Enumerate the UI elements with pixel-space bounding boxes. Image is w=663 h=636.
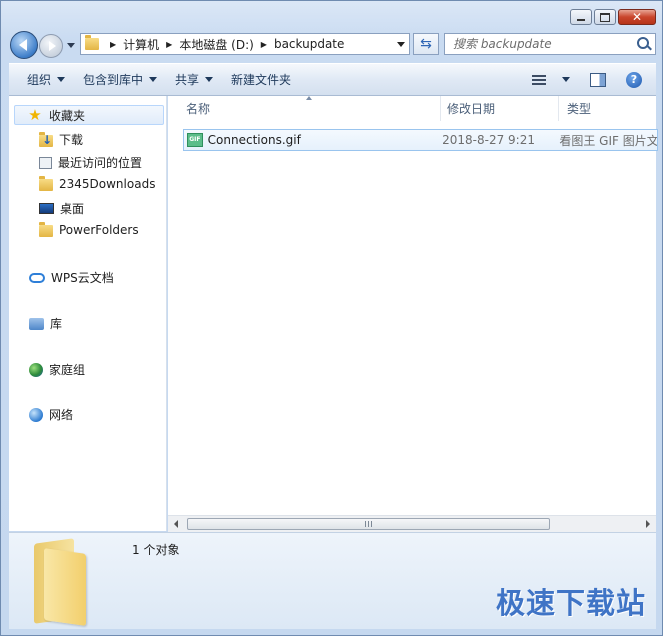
toolbar-right-group: ? — [532, 71, 656, 88]
breadcrumb-folder[interactable]: backupdate — [274, 37, 344, 51]
column-header-label: 修改日期 — [447, 102, 496, 116]
column-header-label: 名称 — [186, 102, 211, 116]
breadcrumb-computer[interactable]: 计算机 — [123, 36, 159, 53]
sidebar-item-label: 家庭组 — [49, 363, 86, 377]
sidebar-item-powerfolders[interactable]: PowerFolders — [39, 222, 139, 237]
caption-buttons: ✕ — [570, 9, 656, 25]
maximize-button[interactable] — [594, 9, 616, 25]
navigation-pane: ★ 收藏夹 下载 最近访问的位置 2345Downloads 桌面 PowerF… — [9, 96, 167, 531]
download-folder-icon — [39, 131, 53, 147]
column-header-date[interactable]: 修改日期 — [437, 96, 559, 121]
sidebar-item-desktop[interactable]: 桌面 — [39, 200, 84, 217]
folder-icon — [39, 222, 53, 237]
sidebar-item-downloads[interactable]: 下载 — [39, 131, 83, 148]
chevron-down-icon — [205, 77, 214, 82]
minimize-button[interactable] — [570, 9, 592, 25]
column-header-label: 类型 — [567, 102, 592, 116]
recent-pages-dropdown[interactable] — [67, 43, 75, 48]
organize-label: 组织 — [27, 73, 52, 87]
network-icon — [29, 407, 43, 422]
scrollbar-thumb[interactable] — [187, 518, 550, 530]
breadcrumb-chevron-icon[interactable]: ▶ — [166, 40, 172, 49]
watermark: 极速下载站 — [495, 586, 646, 620]
maximize-icon — [600, 12, 610, 22]
item-count: 1 个对象 — [132, 543, 180, 557]
sidebar-item-network[interactable]: 网络 — [29, 406, 73, 423]
back-button[interactable] — [10, 31, 38, 59]
column-header-name[interactable]: 名称 — [176, 96, 441, 121]
help-icon[interactable]: ? — [626, 71, 642, 88]
details-pane: 1 个对象 极速下载站 — [9, 532, 656, 629]
address-bar[interactable]: ▶ 计算机 ▶ 本地磁盘 (D:) ▶ backupdate — [80, 33, 410, 55]
address-dropdown-icon[interactable] — [397, 41, 405, 47]
sidebar-item-2345downloads[interactable]: 2345Downloads — [39, 176, 156, 191]
scroll-left-icon[interactable] — [174, 520, 178, 528]
share-label: 共享 — [175, 73, 200, 87]
sidebar-item-label: 收藏夹 — [49, 108, 86, 123]
breadcrumb-chevron-icon[interactable]: ▶ — [110, 40, 116, 49]
horizontal-scrollbar[interactable] — [168, 515, 656, 532]
folder-icon — [85, 35, 99, 50]
file-list: 名称 修改日期 类型 GIF Connections.gif 2018-8-27… — [168, 96, 658, 531]
sidebar-item-label: 2345Downloads — [59, 177, 156, 191]
sidebar-item-label: 库 — [50, 317, 63, 331]
search-input[interactable] — [453, 37, 633, 51]
gif-file-icon: GIF — [187, 133, 203, 147]
recent-places-icon — [39, 156, 52, 169]
folder-icon — [39, 176, 53, 191]
refresh-button[interactable]: ⇆ — [413, 33, 439, 55]
search-icon[interactable] — [637, 37, 649, 49]
sidebar-item-label: 下载 — [59, 133, 84, 147]
refresh-icon: ⇆ — [420, 36, 432, 52]
sidebar-item-label: WPS云文档 — [51, 271, 114, 285]
breadcrumb-chevron-icon[interactable]: ▶ — [261, 40, 267, 49]
file-type: 看图王 GIF 图片文件 — [559, 133, 657, 148]
chevron-down-icon — [57, 77, 66, 82]
file-name: Connections.gif — [207, 133, 301, 147]
homegroup-icon — [29, 362, 43, 377]
breadcrumb-drive[interactable]: 本地磁盘 (D:) — [179, 36, 253, 53]
sidebar-item-label: 网络 — [49, 408, 74, 422]
new-folder-button[interactable]: 新建文件夹 — [231, 71, 291, 88]
scroll-right-icon[interactable] — [646, 520, 650, 528]
sidebar-item-homegroup[interactable]: 家庭组 — [29, 361, 85, 378]
minimize-icon — [577, 19, 585, 21]
preview-pane-icon[interactable] — [590, 72, 606, 87]
library-icon — [29, 317, 44, 330]
close-button[interactable]: ✕ — [618, 9, 656, 25]
arrow-right-icon — [48, 41, 56, 51]
share-button[interactable]: 共享 — [175, 71, 214, 88]
column-header-type[interactable]: 类型 — [557, 96, 656, 121]
include-in-library-button[interactable]: 包含到库中 — [83, 71, 158, 88]
sidebar-item-label: PowerFolders — [59, 223, 139, 237]
search-box[interactable] — [444, 33, 656, 55]
sidebar-item-recent-places[interactable]: 最近访问的位置 — [39, 154, 142, 171]
include-in-library-label: 包含到库中 — [83, 73, 144, 87]
grip-icon — [364, 521, 373, 527]
new-folder-label: 新建文件夹 — [231, 73, 292, 87]
command-bar: 组织 包含到库中 共享 新建文件夹 ? — [9, 63, 656, 96]
sidebar-item-wps-cloud[interactable]: WPS云文档 — [29, 269, 114, 286]
explorer-window: ✕ ▶ 计算机 ▶ 本地磁盘 (D:) ▶ backupdate ⇆ 组织 包含… — [0, 0, 663, 636]
close-icon: ✕ — [631, 10, 643, 24]
forward-button[interactable] — [39, 34, 63, 58]
sidebar-item-favorites[interactable]: ★ 收藏夹 — [14, 105, 164, 125]
large-folder-icon — [34, 538, 92, 626]
desktop-icon — [39, 203, 54, 214]
sidebar-item-label: 最近访问的位置 — [58, 156, 143, 170]
file-row[interactable]: GIF Connections.gif 2018-8-27 9:21 看图王 G… — [183, 129, 658, 151]
arrow-left-icon — [19, 39, 27, 51]
sidebar-item-libraries[interactable]: 库 — [29, 315, 62, 332]
views-dropdown-icon[interactable] — [562, 77, 570, 82]
cloud-icon — [29, 272, 45, 283]
views-icon[interactable] — [532, 74, 546, 85]
file-date: 2018-8-27 9:21 — [442, 133, 535, 147]
organize-button[interactable]: 组织 — [27, 71, 66, 88]
sidebar-item-label: 桌面 — [60, 202, 85, 216]
chevron-down-icon — [149, 77, 158, 82]
star-icon: ★ — [28, 106, 42, 124]
